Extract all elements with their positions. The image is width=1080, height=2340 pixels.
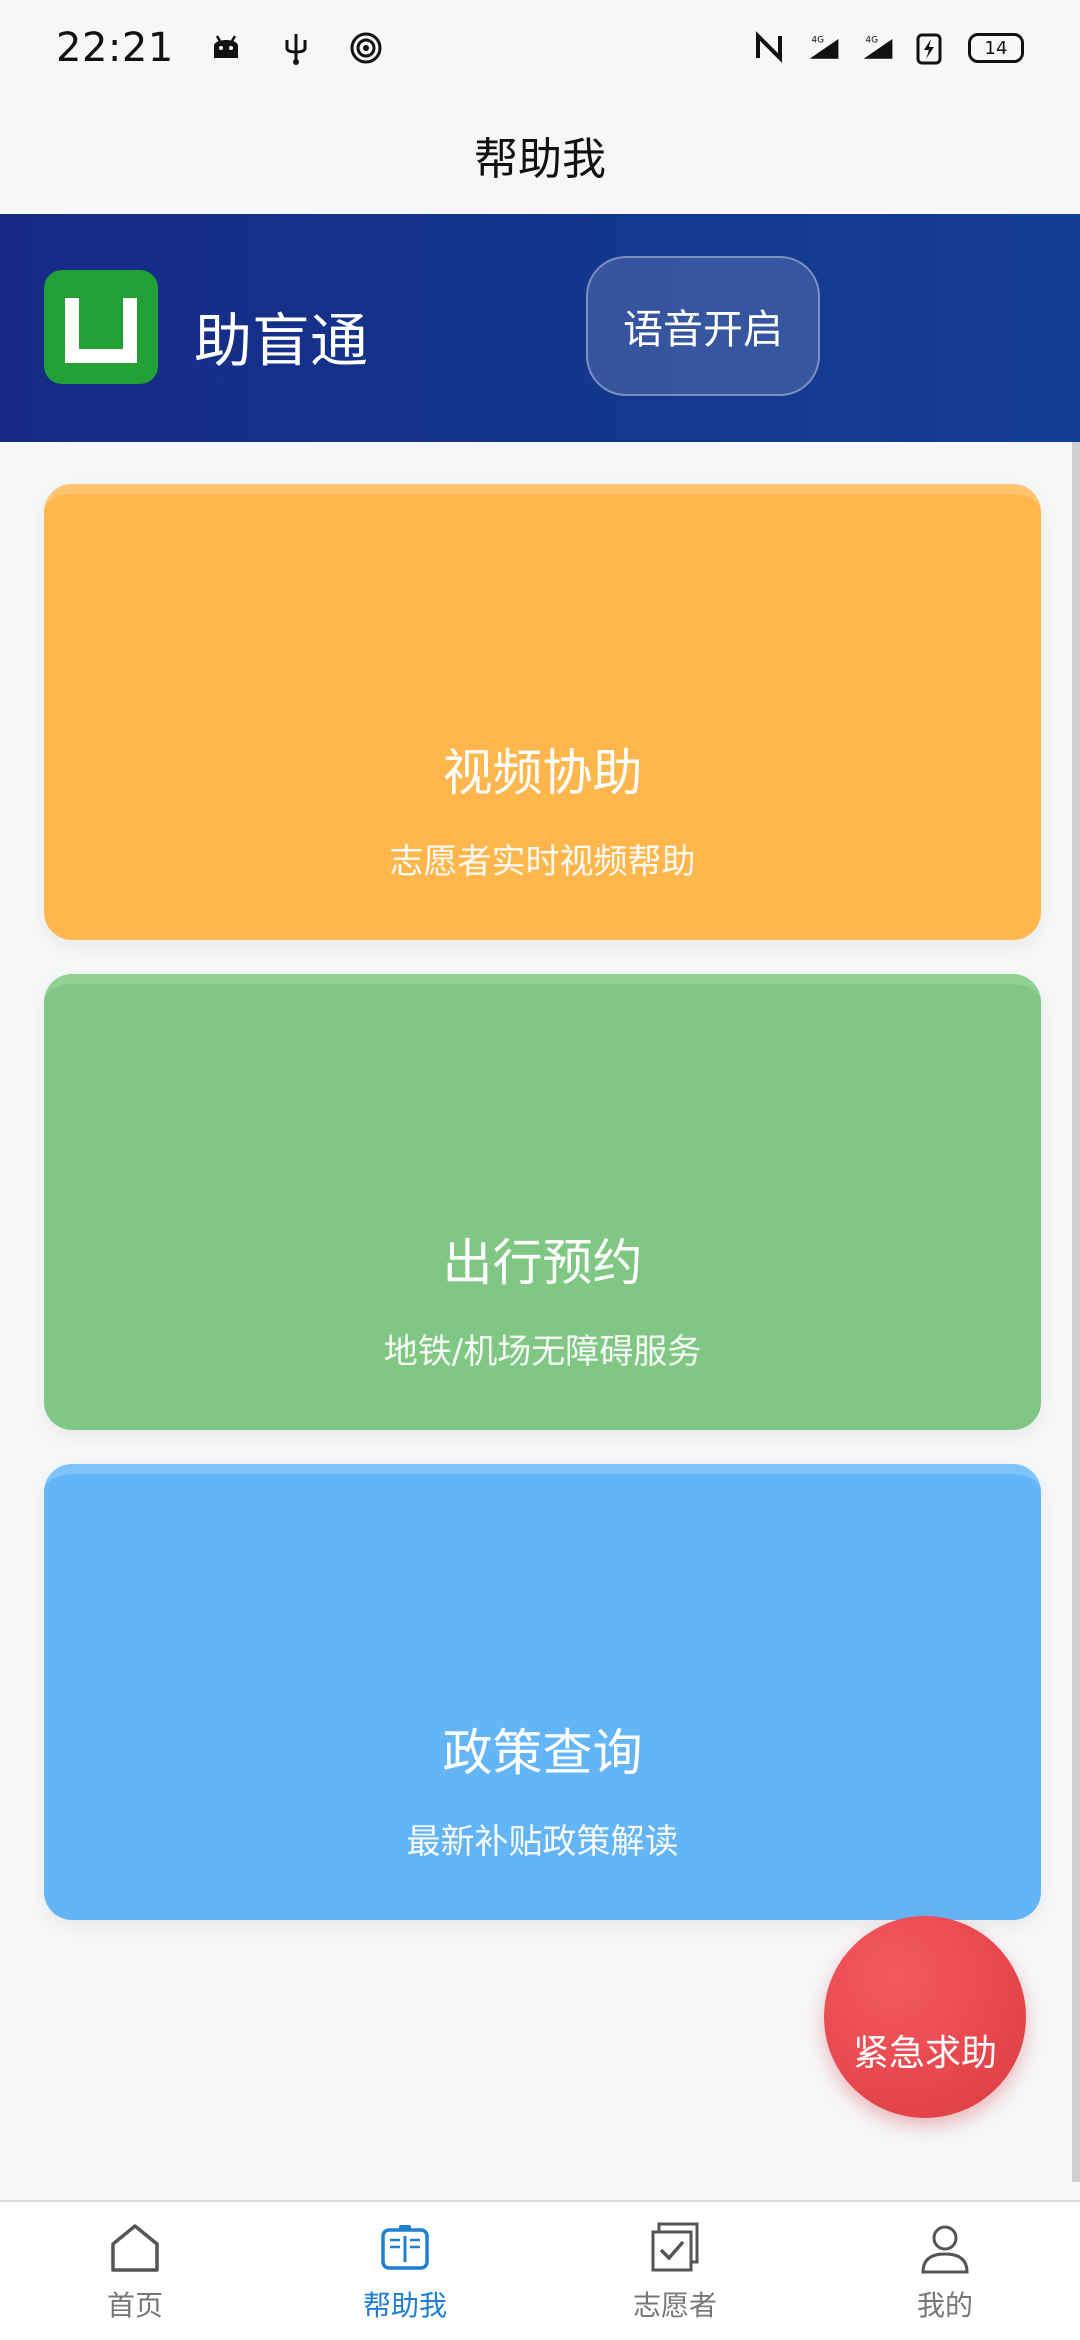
card-subtitle: 最新补贴政策解读 xyxy=(406,1822,679,1862)
emergency-help-button[interactable]: 紧急求助 xyxy=(824,1916,1026,2118)
app-screen: 22:21 4G 4G 14 帮助我 助盲通 语音开启 视频协助 志愿者实时视频… xyxy=(0,0,1080,2340)
nfc-icon xyxy=(752,30,788,66)
app-bar: 帮助我 xyxy=(0,96,1080,214)
logo-u-icon xyxy=(65,298,137,363)
bottom-nav: 首页 帮助我 志愿者 我的 xyxy=(0,2200,1080,2340)
app-logo xyxy=(44,270,158,384)
checklist-icon xyxy=(645,2218,705,2278)
signal-4g-icon: 4G xyxy=(806,30,842,66)
status-right: 4G 4G 14 xyxy=(752,30,1024,66)
card-subtitle: 志愿者实时视频帮助 xyxy=(389,842,696,882)
home-icon xyxy=(105,2218,165,2278)
svg-text:4G: 4G xyxy=(811,36,824,46)
battery-saver-icon xyxy=(914,30,950,66)
status-left: 22:21 xyxy=(56,25,384,71)
status-bar: 22:21 4G 4G 14 xyxy=(0,0,1080,96)
signal-4g-icon: 4G xyxy=(860,30,896,66)
card-title: 政策查询 xyxy=(442,1724,643,1782)
hotspot-icon xyxy=(348,30,384,66)
battery-indicator: 14 xyxy=(968,33,1024,63)
card-title: 视频协助 xyxy=(442,744,643,802)
header-banner: 助盲通 语音开启 xyxy=(0,214,1080,442)
scrollbar[interactable] xyxy=(1072,442,1080,2182)
travel-booking-card[interactable]: 出行预约 地铁/机场无障碍服务 xyxy=(44,974,1041,1430)
voice-toggle-button[interactable]: 语音开启 xyxy=(586,256,820,396)
svg-text:4G: 4G xyxy=(865,36,878,46)
book-icon xyxy=(375,2218,435,2278)
nav-item-mine[interactable]: 我的 xyxy=(845,2218,1045,2324)
nav-label: 帮助我 xyxy=(362,2289,447,2322)
policy-query-card[interactable]: 政策查询 最新补贴政策解读 xyxy=(44,1464,1041,1920)
user-icon xyxy=(915,2218,975,2278)
usb-icon xyxy=(278,30,314,66)
card-subtitle: 地铁/机场无障碍服务 xyxy=(383,1332,702,1372)
android-icon xyxy=(208,30,244,66)
nav-label: 首页 xyxy=(106,2289,163,2322)
page-title: 帮助我 xyxy=(474,134,606,185)
video-assist-card[interactable]: 视频协助 志愿者实时视频帮助 xyxy=(44,484,1041,940)
card-title: 出行预约 xyxy=(442,1234,643,1292)
brand-name: 助盲通 xyxy=(194,307,369,375)
nav-label: 我的 xyxy=(916,2289,973,2322)
nav-item-volunteer[interactable]: 志愿者 xyxy=(575,2218,775,2324)
nav-label: 志愿者 xyxy=(632,2289,717,2322)
nav-item-home[interactable]: 首页 xyxy=(35,2218,235,2324)
status-time: 22:21 xyxy=(56,25,174,71)
nav-item-help-me[interactable]: 帮助我 xyxy=(305,2218,505,2324)
